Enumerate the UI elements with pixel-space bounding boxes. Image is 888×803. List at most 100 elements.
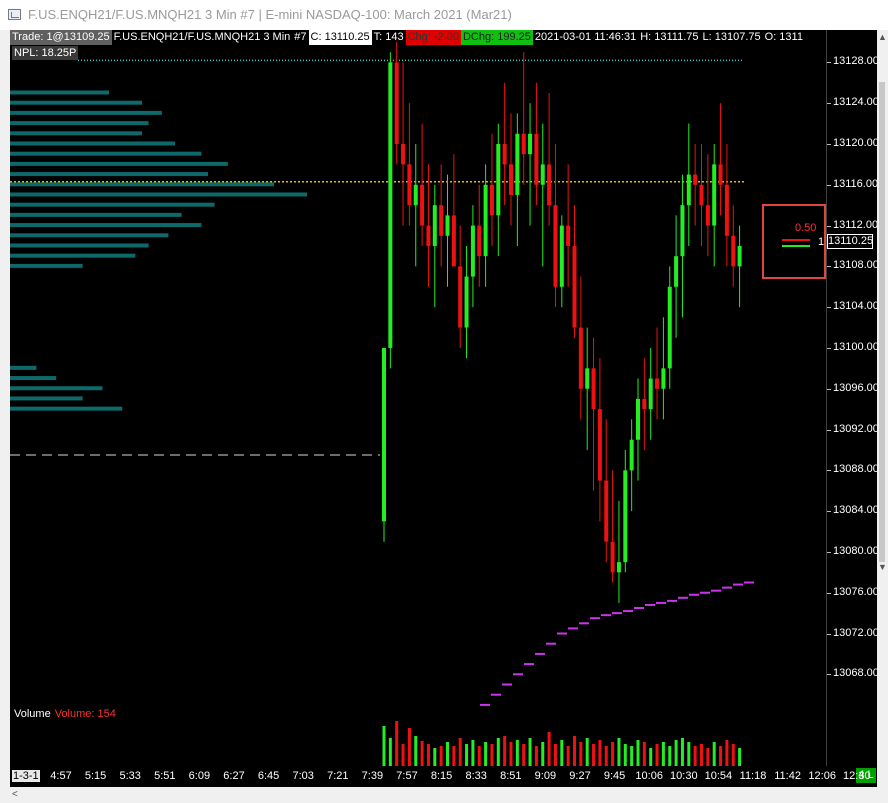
vwap-segment (689, 593, 699, 596)
volume-bar (566, 746, 570, 766)
volume-value: Volume: 154 (54, 708, 116, 720)
candle-body (712, 164, 717, 226)
volume-profile-bar (10, 100, 142, 105)
tick-count: T: 143 (373, 31, 404, 43)
position-highlight-box (762, 204, 826, 279)
volume-bar (661, 742, 665, 766)
vertical-scrollbar[interactable]: ▲ ▼ (877, 30, 888, 787)
volume-bar (674, 740, 678, 766)
volume-bar (636, 740, 640, 766)
candle-body (515, 133, 520, 195)
volume-profile-bar (10, 141, 175, 146)
horizontal-scrollbar[interactable]: < (10, 787, 877, 803)
price-tick-label: 13104.00 (833, 300, 879, 313)
candle-body (693, 174, 698, 185)
volume-bar (617, 738, 621, 766)
candle-body (489, 184, 494, 216)
candle-body (724, 184, 729, 236)
time-tick-label: 7:57 (396, 770, 418, 782)
candle-body (604, 480, 609, 542)
volume-profile-bar (10, 121, 149, 126)
price-chart-area[interactable] (10, 30, 826, 766)
volume-bar (395, 721, 399, 766)
close-value: C: 13110.25 (308, 30, 372, 45)
candle-body (737, 245, 742, 267)
candle-body (426, 225, 431, 246)
time-tick-label: 7:03 (292, 770, 314, 782)
scroll-down-icon[interactable]: ▼ (877, 560, 888, 574)
volume-legend: Volume Volume: 154 (14, 708, 116, 720)
volume-profile-bar (10, 365, 37, 370)
candle-body (674, 256, 679, 287)
volume-profile-bar (10, 90, 109, 95)
candlestick-chart[interactable] (10, 30, 826, 766)
volume-bar (655, 744, 659, 766)
time-tick-label: 10:54 (704, 770, 733, 782)
price-tick-label: 13116.00 (833, 177, 879, 190)
price-tick-mark (827, 674, 831, 676)
price-tick-label: 13072.00 (833, 626, 879, 639)
position-marker: 1 (818, 236, 825, 248)
vwap-segment (513, 673, 523, 676)
volume-profile-bar (10, 131, 142, 136)
volume-bar (503, 736, 507, 766)
volume-bar (700, 744, 703, 766)
candle-body (705, 205, 710, 226)
volume-bar (712, 742, 716, 766)
volume-bar (414, 736, 418, 766)
candle-body (566, 225, 571, 246)
vwap-segment (733, 583, 743, 586)
time-tick-label: 4:57 (50, 770, 72, 782)
volume-bar (515, 740, 519, 766)
vwap-segment (744, 581, 754, 584)
price-tick-label: 13124.00 (833, 96, 879, 109)
time-axis[interactable]: 1-3-1 4 L 4:57 5:15 5:33 5:51 6:09 6:27 6:45 7:… (10, 766, 877, 787)
trade-info: Trade: 1@13109.25 (10, 30, 112, 45)
time-tick-label: 12:06 (808, 770, 836, 782)
price-tick-label: 13096.00 (833, 381, 879, 394)
scroll-thumb[interactable] (879, 82, 885, 562)
candle-body (597, 409, 602, 481)
time-tick-label: 8:33 (465, 770, 487, 782)
volume-profile-bar (10, 243, 149, 248)
vwap-segment (678, 596, 688, 599)
time-tick-label: 9:27 (569, 770, 591, 782)
candle-body (642, 398, 647, 410)
price-axis[interactable]: 13128.00 13124.00 13120.00 13116.00 13112.00… (826, 30, 879, 766)
vwap-segment (535, 652, 545, 655)
vwap-segment (557, 632, 567, 635)
price-tick-mark (827, 592, 831, 594)
volume-bar (458, 738, 462, 766)
volume-bar (585, 738, 589, 766)
volume-bar (668, 746, 672, 766)
price-tick-label: 13112.00 (833, 218, 879, 231)
price-tick-mark (827, 103, 831, 105)
volume-bar (439, 746, 443, 766)
scroll-left-icon[interactable]: < (12, 787, 18, 803)
volume-bar (382, 726, 386, 766)
price-tick-label: 13100.00 (833, 340, 879, 353)
candle-body (420, 184, 425, 226)
volume-bar (553, 744, 557, 766)
vwap-segment (645, 603, 655, 606)
volume-bar (528, 738, 532, 766)
volume-bar (433, 748, 437, 766)
candle-body (661, 368, 666, 389)
chart-header: Trade: 1@13109.25 F.US.ENQH21/F.US.MNQH21… (10, 30, 805, 45)
candle-body (388, 62, 393, 348)
candle-body (547, 164, 552, 206)
scroll-up-icon[interactable]: ▲ (877, 30, 888, 44)
price-tick-label: 13080.00 (833, 544, 879, 557)
volume-bar (547, 732, 551, 766)
candle-body (439, 205, 444, 236)
price-tick-mark (827, 633, 831, 635)
volume-bar (725, 740, 729, 766)
time-tick-label: 11:42 (774, 770, 801, 782)
vwap-segment (480, 703, 490, 706)
volume-profile-bar (10, 253, 136, 258)
time-tick-label: 8:51 (500, 770, 522, 782)
candle-body (686, 174, 691, 206)
volume-profile-bar (10, 110, 162, 115)
volume-profile-bar (10, 376, 57, 381)
volume-bar (477, 746, 481, 766)
